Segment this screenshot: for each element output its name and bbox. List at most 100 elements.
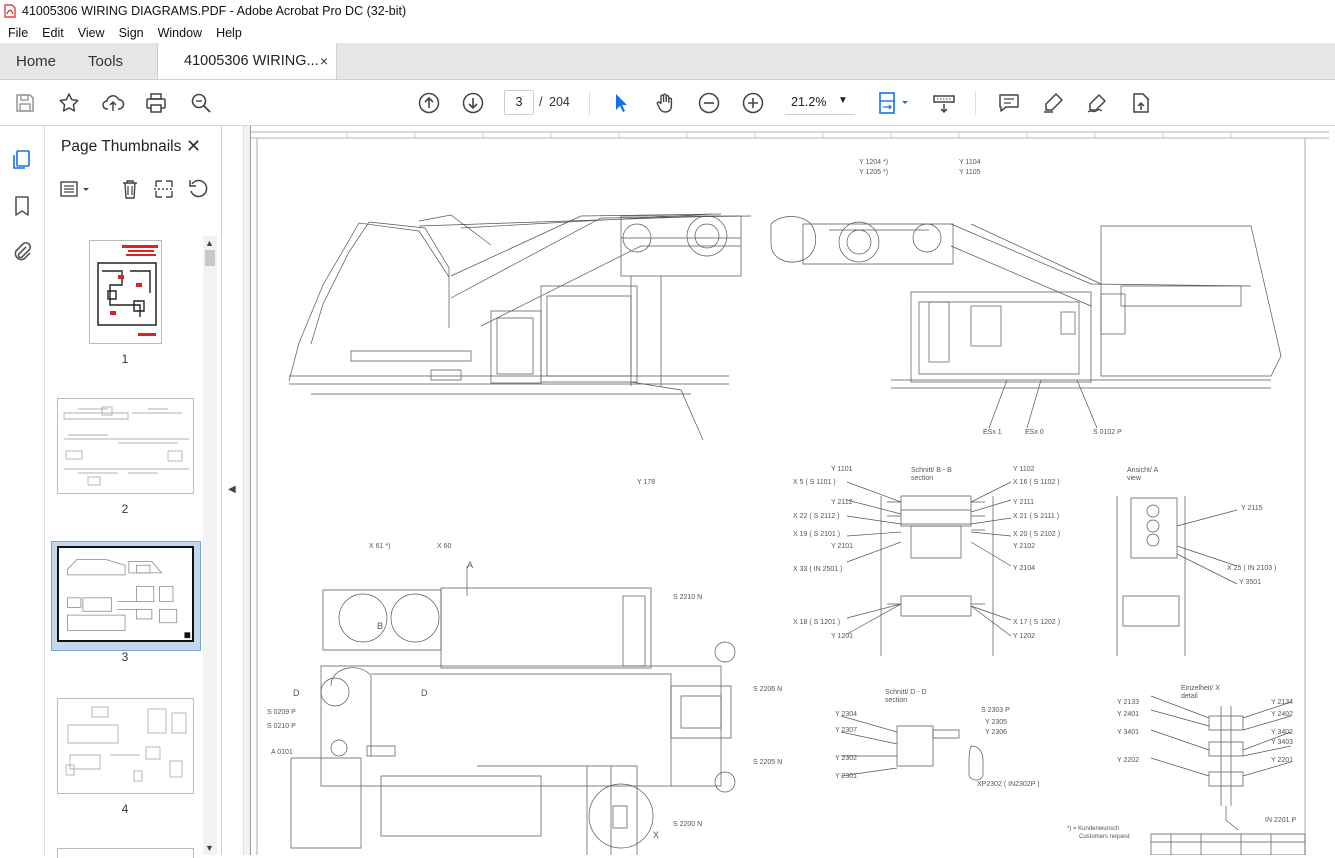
panel-collapse-bar[interactable]: ◀ (222, 126, 244, 855)
thumbnail-image (57, 398, 194, 494)
title-bar: 41005306 WIRING DIAGRAMS.PDF - Adobe Acr… (0, 0, 1335, 22)
drawing-label: S 2205 N (753, 759, 782, 766)
drawing-label: Y 1104 (959, 159, 981, 166)
zoom-out-icon[interactable] (696, 90, 722, 116)
zoom-in-icon[interactable] (740, 90, 766, 116)
drawing-label: X 17 ( S 1202 ) (1013, 619, 1060, 626)
drawing-label: Y 2305 (985, 719, 1007, 726)
menu-help[interactable]: Help (212, 26, 246, 40)
drawing-label: Y 2301 (835, 773, 857, 780)
collapse-arrow-icon[interactable]: ◀ (228, 484, 236, 495)
attachment-icon[interactable] (10, 240, 34, 264)
drawing-label: Y 1102 (1013, 466, 1035, 473)
thumbnail-scrollbar[interactable]: ▲ ▼ (203, 236, 217, 855)
tab-tools[interactable]: Tools (72, 43, 139, 79)
scrollbar-thumb[interactable] (205, 250, 215, 266)
print-icon[interactable] (143, 90, 169, 116)
drawing-label: D (293, 688, 300, 698)
rotate-icon[interactable] (187, 178, 209, 200)
menu-edit[interactable]: Edit (38, 26, 68, 40)
tab-document-label: 41005306 WIRING... (184, 53, 319, 69)
drawing-label: S 0102 P (1093, 429, 1122, 436)
highlight-icon[interactable] (1040, 90, 1066, 116)
drawing-label: S 2303 P (981, 707, 1010, 714)
scroll-down-icon[interactable]: ▼ (205, 843, 214, 853)
drawing-label: X 21 ( S 2111 ) (1013, 513, 1059, 520)
tab-close-icon[interactable]: × (320, 53, 328, 69)
pdf-app-icon (4, 4, 16, 18)
thumbnail-image (57, 698, 194, 794)
delete-icon[interactable] (119, 178, 141, 200)
drawing-label: Ansicht/ A (1127, 467, 1158, 474)
sign-icon[interactable] (1084, 90, 1110, 116)
scroll-up-icon[interactable]: ▲ (205, 238, 214, 248)
thumbnail-label: 3 (121, 650, 129, 664)
menu-file[interactable]: File (4, 26, 32, 40)
hand-icon[interactable] (652, 90, 678, 116)
thumbnail-image (57, 546, 194, 642)
thumbnail-label: 2 (121, 502, 129, 516)
menu-view[interactable]: View (74, 26, 109, 40)
page-number-input[interactable]: 3 (504, 90, 534, 115)
fit-page-icon[interactable] (876, 90, 912, 116)
page-total: 204 (549, 95, 570, 109)
tab-document[interactable]: 41005306 WIRING... × (157, 43, 338, 79)
drawing-label: Y 2302 (835, 755, 857, 762)
drawing-label: S 0209 P (267, 709, 296, 716)
drawing-label: XP2302 ( IN2302P ) (977, 781, 1040, 788)
toolbar-divider (589, 91, 590, 115)
zoom-search-icon[interactable] (188, 90, 214, 116)
select-arrow-icon[interactable] (608, 90, 634, 116)
comment-icon[interactable] (996, 90, 1022, 116)
drawing-label: Y 3403 (1271, 739, 1293, 746)
toolbar: 3 / 204 21.2% ▼ (0, 80, 1335, 126)
drawing-label: Y 2134 (1271, 699, 1293, 706)
page-thumbnails-panel: Page Thumbnails ✕ 1 2 3 4 ▲ ▼ (45, 126, 222, 858)
drawing-label: X 33 ( IN 2501 ) (793, 566, 842, 573)
drawing-label: X 61 *) (369, 543, 390, 550)
thumbnail-image (57, 848, 194, 858)
drawing-label: X 19 ( S 2101 ) (793, 531, 840, 538)
drawing-label: Y 2304 (835, 711, 857, 718)
drawing-label: Y 178 (637, 479, 655, 486)
bookmark-icon[interactable] (10, 194, 34, 218)
menu-sign[interactable]: Sign (115, 26, 148, 40)
drawing-label: IN 2201 P (1265, 817, 1296, 824)
drawing-label: Einzelheit/ X (1181, 685, 1220, 692)
close-icon[interactable]: ✕ (186, 136, 201, 157)
thumbnail-label: 4 (121, 802, 129, 816)
tab-home[interactable]: Home (0, 43, 72, 79)
save-icon[interactable] (12, 90, 38, 116)
page-separator: / (539, 95, 543, 109)
drawing-label: X 5 ( S 1101 ) (793, 479, 836, 486)
drawing-label: Y 2202 (1117, 757, 1139, 764)
drawing-label: detail (1181, 693, 1198, 700)
page-thumbnails-icon[interactable] (10, 148, 34, 172)
drawing-label: Y 2115 (1241, 505, 1263, 512)
drawing-label: *) = Kundenwunsch (1067, 826, 1119, 832)
wiring-diagram-drawing: Y 1204 *) Y 1205 *) Y 1104 Y 1105 Y 178 … (251, 131, 1329, 855)
menu-window[interactable]: Window (154, 26, 206, 40)
drawing-label: Schnitt/ B - B (911, 467, 952, 474)
extract-pages-icon[interactable] (153, 178, 175, 200)
drawing-label: D (421, 688, 428, 698)
drawing-label: S 2210 N (673, 594, 702, 601)
drawing-label: section (911, 475, 933, 482)
drawing-label: ESx 0 (1025, 429, 1044, 436)
drawing-label: Y 2133 (1117, 699, 1139, 706)
drawing-label: A 0101 (271, 749, 293, 756)
drawing-label: X 60 (437, 543, 452, 550)
left-rail (0, 126, 45, 855)
chevron-down-icon[interactable]: ▼ (838, 95, 848, 106)
drawing-label: S 2200 N (673, 821, 702, 828)
page-up-icon[interactable] (416, 90, 442, 116)
star-icon[interactable] (56, 90, 82, 116)
upload-icon[interactable] (100, 90, 126, 116)
drawing-label: section (885, 697, 907, 704)
page-down-icon[interactable] (460, 90, 486, 116)
scroll-mode-icon[interactable] (931, 90, 957, 116)
options-menu-icon[interactable] (59, 178, 93, 200)
document-viewport[interactable]: Y 1204 *) Y 1205 *) Y 1104 Y 1105 Y 178 … (244, 126, 1335, 855)
drawing-label: Y 3402 (1271, 729, 1293, 736)
share-icon[interactable] (1128, 90, 1154, 116)
